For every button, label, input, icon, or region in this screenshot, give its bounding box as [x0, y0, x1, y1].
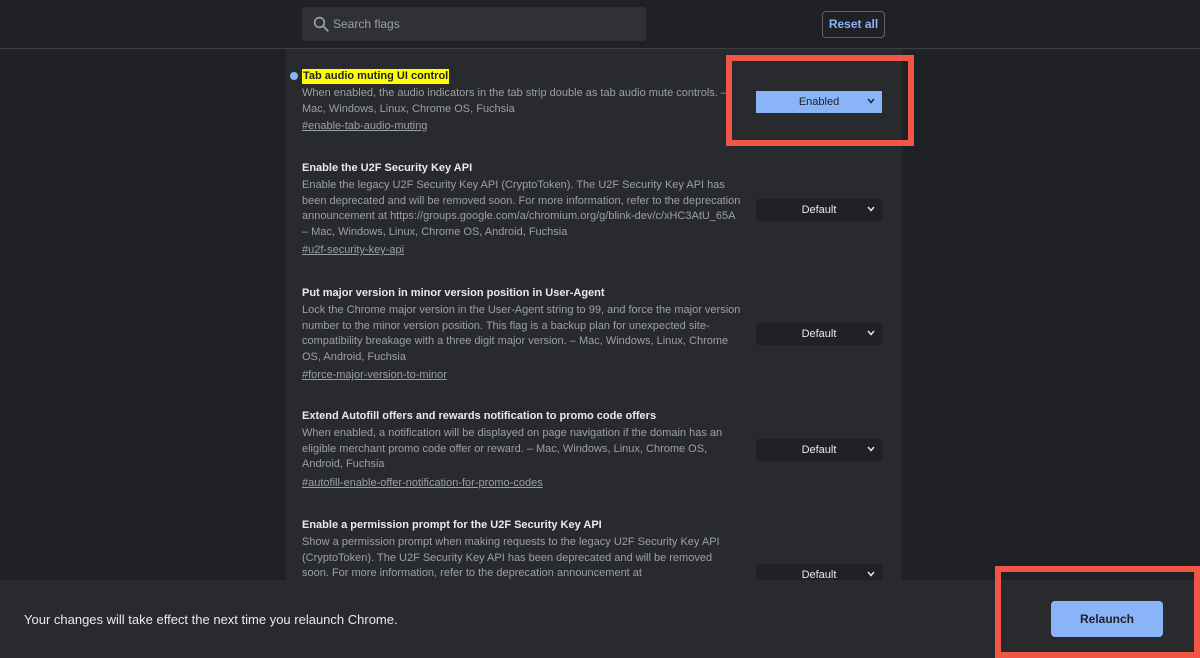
flag-link[interactable]: #autofill-enable-offer-notification-for-… — [302, 477, 543, 489]
chrome-flags-page: Reset all Tab audio muting UI control Wh… — [0, 0, 1200, 658]
flag-description: Lock the Chrome major version in the Use… — [302, 304, 741, 363]
flag-select-value: Default — [801, 444, 837, 456]
annotation-highlight-box — [995, 566, 1200, 658]
flag-link[interactable]: #enable-tab-audio-muting — [302, 120, 427, 132]
chevron-down-icon — [867, 206, 875, 212]
search-icon — [313, 16, 329, 32]
flag-title: Tab audio muting UI control — [302, 69, 450, 84]
flag-link[interactable]: #u2f-security-key-api — [302, 244, 404, 256]
flag-description: Enable the legacy U2F Security Key API (… — [302, 179, 741, 238]
reset-all-button[interactable]: Reset all — [822, 11, 885, 38]
flag-link[interactable]: #force-major-version-to-minor — [302, 369, 447, 381]
flag-item: Put major version in minor version posit… — [302, 286, 892, 386]
flag-title: Extend Autofill offers and rewards notif… — [302, 410, 657, 422]
flag-item: Enable a permission prompt for the U2F S… — [302, 518, 892, 580]
chevron-down-icon — [867, 330, 875, 336]
header: Reset all — [0, 0, 1200, 49]
flag-select-value: Default — [801, 328, 837, 340]
chevron-down-icon — [867, 446, 875, 452]
flag-title: Enable the U2F Security Key API — [302, 162, 473, 174]
flag-title: Put major version in minor version posit… — [302, 287, 605, 299]
relaunch-message: Your changes will take effect the next t… — [24, 612, 398, 627]
flag-select[interactable]: Default — [756, 439, 882, 461]
chevron-down-icon — [867, 571, 875, 577]
modified-indicator-dot — [290, 72, 298, 80]
flag-description: When enabled, a notification will be dis… — [302, 427, 723, 470]
flag-description: When enabled, the audio indicators in th… — [302, 87, 727, 115]
flag-title: Enable a permission prompt for the U2F S… — [302, 519, 602, 531]
search-input[interactable] — [333, 14, 633, 34]
flag-item: Enable the U2F Security Key API Enable t… — [302, 161, 892, 261]
flag-select-value: Default — [801, 204, 837, 216]
flag-description: Show a permission prompt when making req… — [302, 536, 720, 579]
flag-select[interactable]: Default — [756, 323, 882, 345]
flag-select[interactable]: Default — [756, 199, 882, 221]
flag-item: Extend Autofill offers and rewards notif… — [302, 409, 892, 499]
flag-select-value: Default — [801, 569, 837, 580]
annotation-highlight-box — [726, 55, 914, 146]
search-box[interactable] — [302, 7, 646, 41]
flag-select[interactable]: Default — [756, 564, 882, 580]
